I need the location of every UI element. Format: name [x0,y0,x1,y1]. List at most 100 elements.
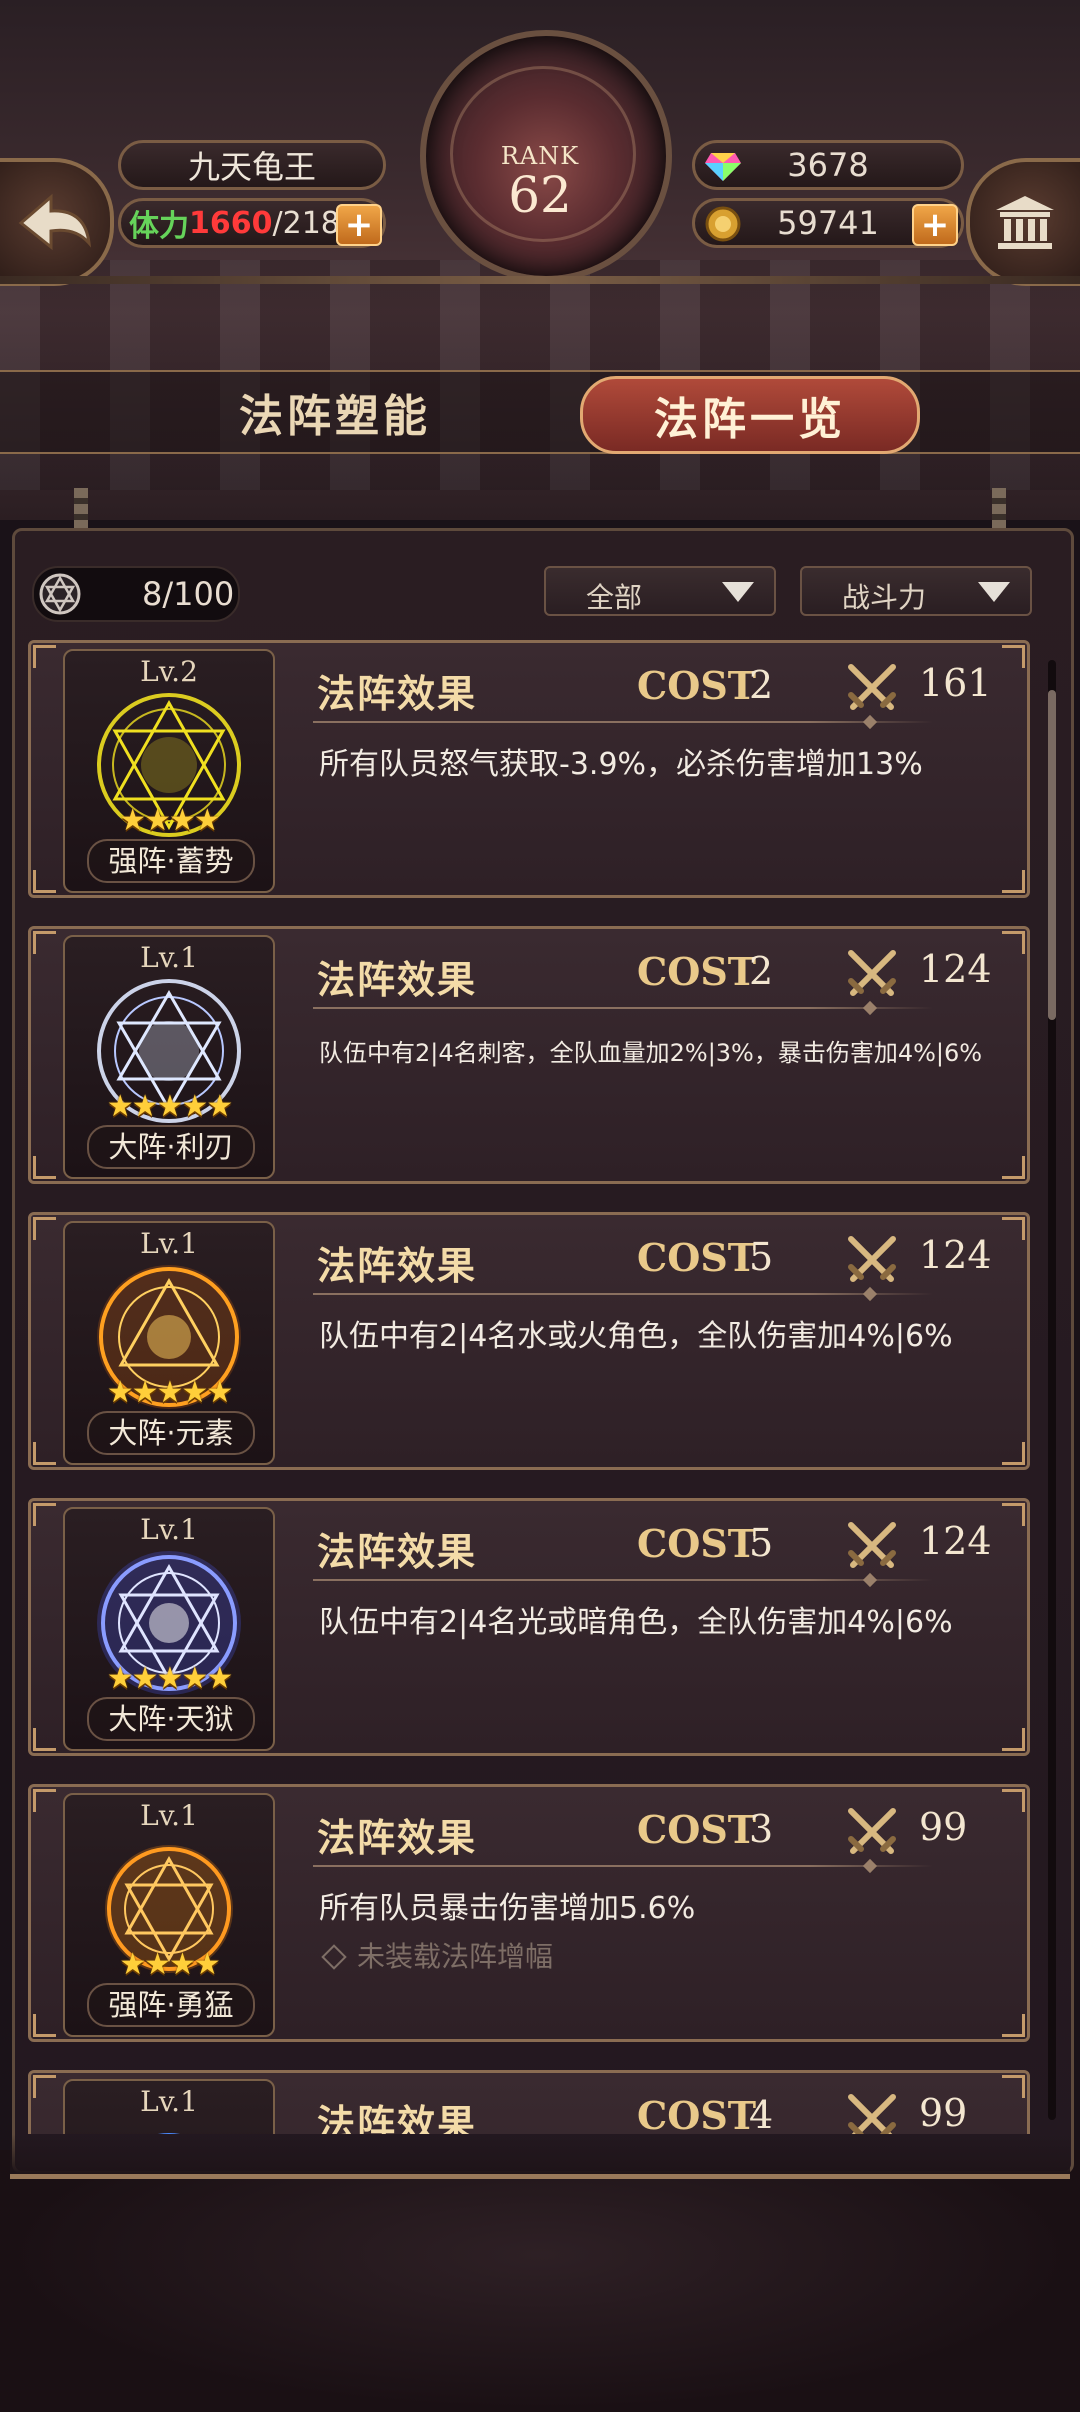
formation-card[interactable]: Lv.1 法阵效果 COST 4 99 [28,2070,1030,2134]
cost-value: 4 [749,2093,774,2134]
tab-formation-list[interactable]: 法阵一览 [580,376,920,454]
formation-level: Lv.1 [140,1799,198,1832]
back-arrow-icon [18,193,92,251]
formation-card[interactable]: Lv.1 ★★★★★ 大阵·元素 法阵效果 COST 5 124 队伍中有2|4… [28,1212,1030,1470]
filter-value: 全部 [586,581,643,614]
player-name: 九天龟王 [118,140,386,190]
formation-count: 8/100 [32,566,240,622]
divider [313,1572,933,1588]
card-corner [1002,1503,1025,1526]
card-corner [33,1442,56,1465]
sort-value: 战斗力 [842,581,927,614]
formation-level: Lv.1 [140,1513,198,1546]
star-rating: ★★★★ [119,803,221,838]
effect-text: 队伍中有2|4名刺客，全队血量加2%|3%，暴击伤害加4%|6% [319,1039,983,1067]
formation-card[interactable]: Lv.1 ★★★★ 强阵·勇猛 法阵效果 COST 3 99 所有队员暴击伤害增… [28,1784,1030,2042]
card-corner [33,1789,56,1812]
formation-name: 大阵·天狱 [87,1697,255,1741]
footer-background [0,2150,1080,2412]
gem-counter: 3678 [692,140,964,190]
star-rating: ★★★★ [119,1947,221,1982]
rank-emblem: RANK 62 [396,30,684,290]
filter-dropdown[interactable]: 全部 [544,566,776,616]
formation-name: 强阵·蓄势 [87,839,255,883]
formation-card[interactable]: Lv.2 ★★★★ 强阵·蓄势 法阵效果 COST 2 161 所有队员怒气获取… [28,640,1030,898]
effect-text: 队伍中有2|4名光或暗角色，全队伤害加4%|6% [319,1605,953,1640]
power-value: 124 [919,1519,992,1563]
add-gold-button[interactable]: + [912,204,958,246]
formation-card[interactable]: Lv.1 ★★★★★ 大阵·利刃 法阵效果 COST 2 124 队伍中有2|4… [28,926,1030,1184]
formation-portrait: Lv.1 ★★★★ 强阵·勇猛 [63,1793,275,2037]
card-corner [1002,1156,1025,1179]
effect-title: 法阵效果 [317,2101,478,2134]
card-corner [33,2075,56,2098]
crossed-swords-icon [848,664,896,710]
effect-title: 法阵效果 [317,1815,478,1860]
count-text: 8/100 [142,575,235,613]
add-stamina-button[interactable]: + [336,204,382,246]
crossed-swords-icon [848,1522,896,1568]
card-corner [1002,931,1025,954]
star-rating: ★★★★★ [106,1661,233,1696]
sort-dropdown[interactable]: 战斗力 [800,566,1032,616]
tab-formation-empower[interactable]: 法阵塑能 [190,372,480,452]
cost-label: COST [637,2093,757,2134]
card-corner [33,931,56,954]
crossed-swords-icon [848,1808,896,1854]
card-corner [33,2014,56,2037]
cost-value: 2 [749,663,774,707]
gem-icon [705,153,741,181]
magic-circle-icon [157,2133,181,2134]
card-corner [1002,2014,1025,2037]
effect-text: 队伍中有2|4名水或火角色，全队伤害加4%|6% [319,1319,953,1354]
enhancement-note: 未装载法阵增幅 [319,1935,553,1975]
effect-text: 所有队员暴击伤害增加5.6% [319,1891,696,1926]
power-value: 99 [919,1805,968,1849]
cost-value: 3 [749,1807,774,1851]
formation-portrait: Lv.1 ★★★★★ 大阵·利刃 [63,935,275,1179]
formation-level: Lv.1 [140,2085,198,2118]
stamina-current: 1660 [189,205,273,241]
tab-bar: 法阵塑能 法阵一览 [0,370,1080,454]
crossed-swords-icon [848,2094,896,2134]
formation-card[interactable]: Lv.1 ★★★★★ 大阵·天狱 法阵效果 COST 5 124 队伍中有2|4… [28,1498,1030,1756]
effect-title: 法阵效果 [317,1529,478,1574]
bank-button[interactable] [966,158,1080,286]
card-corner [1002,1728,1025,1751]
divider [313,714,933,730]
rank-value: 62 [508,166,572,224]
diamond-bullet-icon [321,1944,347,1970]
formation-level: Lv.1 [140,1227,198,1260]
cost-value: 5 [749,1521,774,1565]
cost-label: COST [637,949,757,994]
power-value: 99 [919,2091,968,2134]
stamina-max: /218 [272,205,340,241]
power-value: 161 [919,661,992,705]
note-text: 未装载法阵增幅 [357,1940,554,1973]
formation-level: Lv.1 [140,941,198,974]
effect-title: 法阵效果 [317,671,478,716]
formation-portrait: Lv.2 ★★★★ 强阵·蓄势 [63,649,275,893]
cost-label: COST [637,1235,757,1280]
card-corner [1002,870,1025,893]
card-corner [33,870,56,893]
cost-label: COST [637,663,757,708]
divider [313,1000,933,1016]
formation-name: 强阵·勇猛 [87,1983,255,2027]
card-corner [1002,2075,1025,2098]
gem-count: 3678 [787,146,869,184]
back-button[interactable] [0,158,114,286]
cost-label: COST [637,1807,757,1852]
hexagram-icon [39,573,81,615]
cost-label: COST [637,1521,757,1566]
star-rating: ★★★★★ [106,1375,233,1410]
card-corner [33,1728,56,1751]
effect-text: 所有队员怒气获取-3.9%，必杀伤害增加13% [319,747,923,782]
scrollbar-thumb[interactable] [1048,690,1056,1020]
power-value: 124 [919,947,992,991]
divider [313,1858,933,1874]
bank-icon [996,196,1054,249]
chevron-down-icon [978,582,1010,602]
panel-bottom-frame [10,2134,1070,2179]
chevron-down-icon [722,582,754,602]
